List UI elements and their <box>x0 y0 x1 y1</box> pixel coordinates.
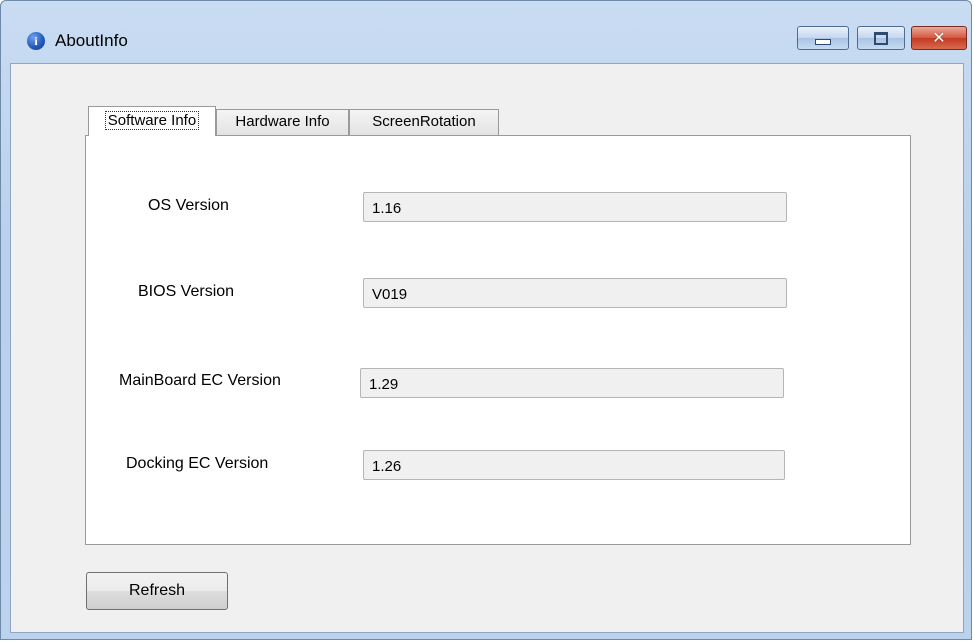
docking-ec-version-field[interactable]: 1.26 <box>363 450 785 480</box>
close-button[interactable]: ✕ <box>911 26 967 50</box>
about-info-window: i AboutInfo ✕ Software Info Hardware Inf… <box>0 0 972 640</box>
refresh-button[interactable]: Refresh <box>86 572 228 610</box>
tab-screen-rotation[interactable]: ScreenRotation <box>349 109 499 135</box>
close-icon: ✕ <box>932 28 946 47</box>
tab-software-info[interactable]: Software Info <box>88 106 216 136</box>
os-version-field[interactable]: 1.16 <box>363 192 787 222</box>
maximize-button[interactable] <box>857 26 905 50</box>
window-title: AboutInfo <box>55 31 128 50</box>
mainboard-ec-version-field[interactable]: 1.29 <box>360 368 784 398</box>
maximize-icon <box>874 31 888 45</box>
tab-software-info-label: Software Info <box>104 111 200 130</box>
bios-version-field[interactable]: V019 <box>363 278 787 308</box>
title-bar[interactable]: i AboutInfo ✕ <box>1 1 971 63</box>
minimize-button[interactable] <box>797 26 849 50</box>
os-version-label: OS Version <box>148 197 229 214</box>
bios-version-label: BIOS Version <box>138 283 235 300</box>
docking-ec-version-label: Docking EC Version <box>126 455 269 472</box>
client-area: Software Info Hardware Info ScreenRotati… <box>10 63 964 633</box>
mainboard-ec-version-label: MainBoard EC Version <box>119 372 281 389</box>
tab-hardware-info[interactable]: Hardware Info <box>216 109 349 135</box>
minimize-icon <box>815 39 831 45</box>
info-icon: i <box>27 32 45 50</box>
